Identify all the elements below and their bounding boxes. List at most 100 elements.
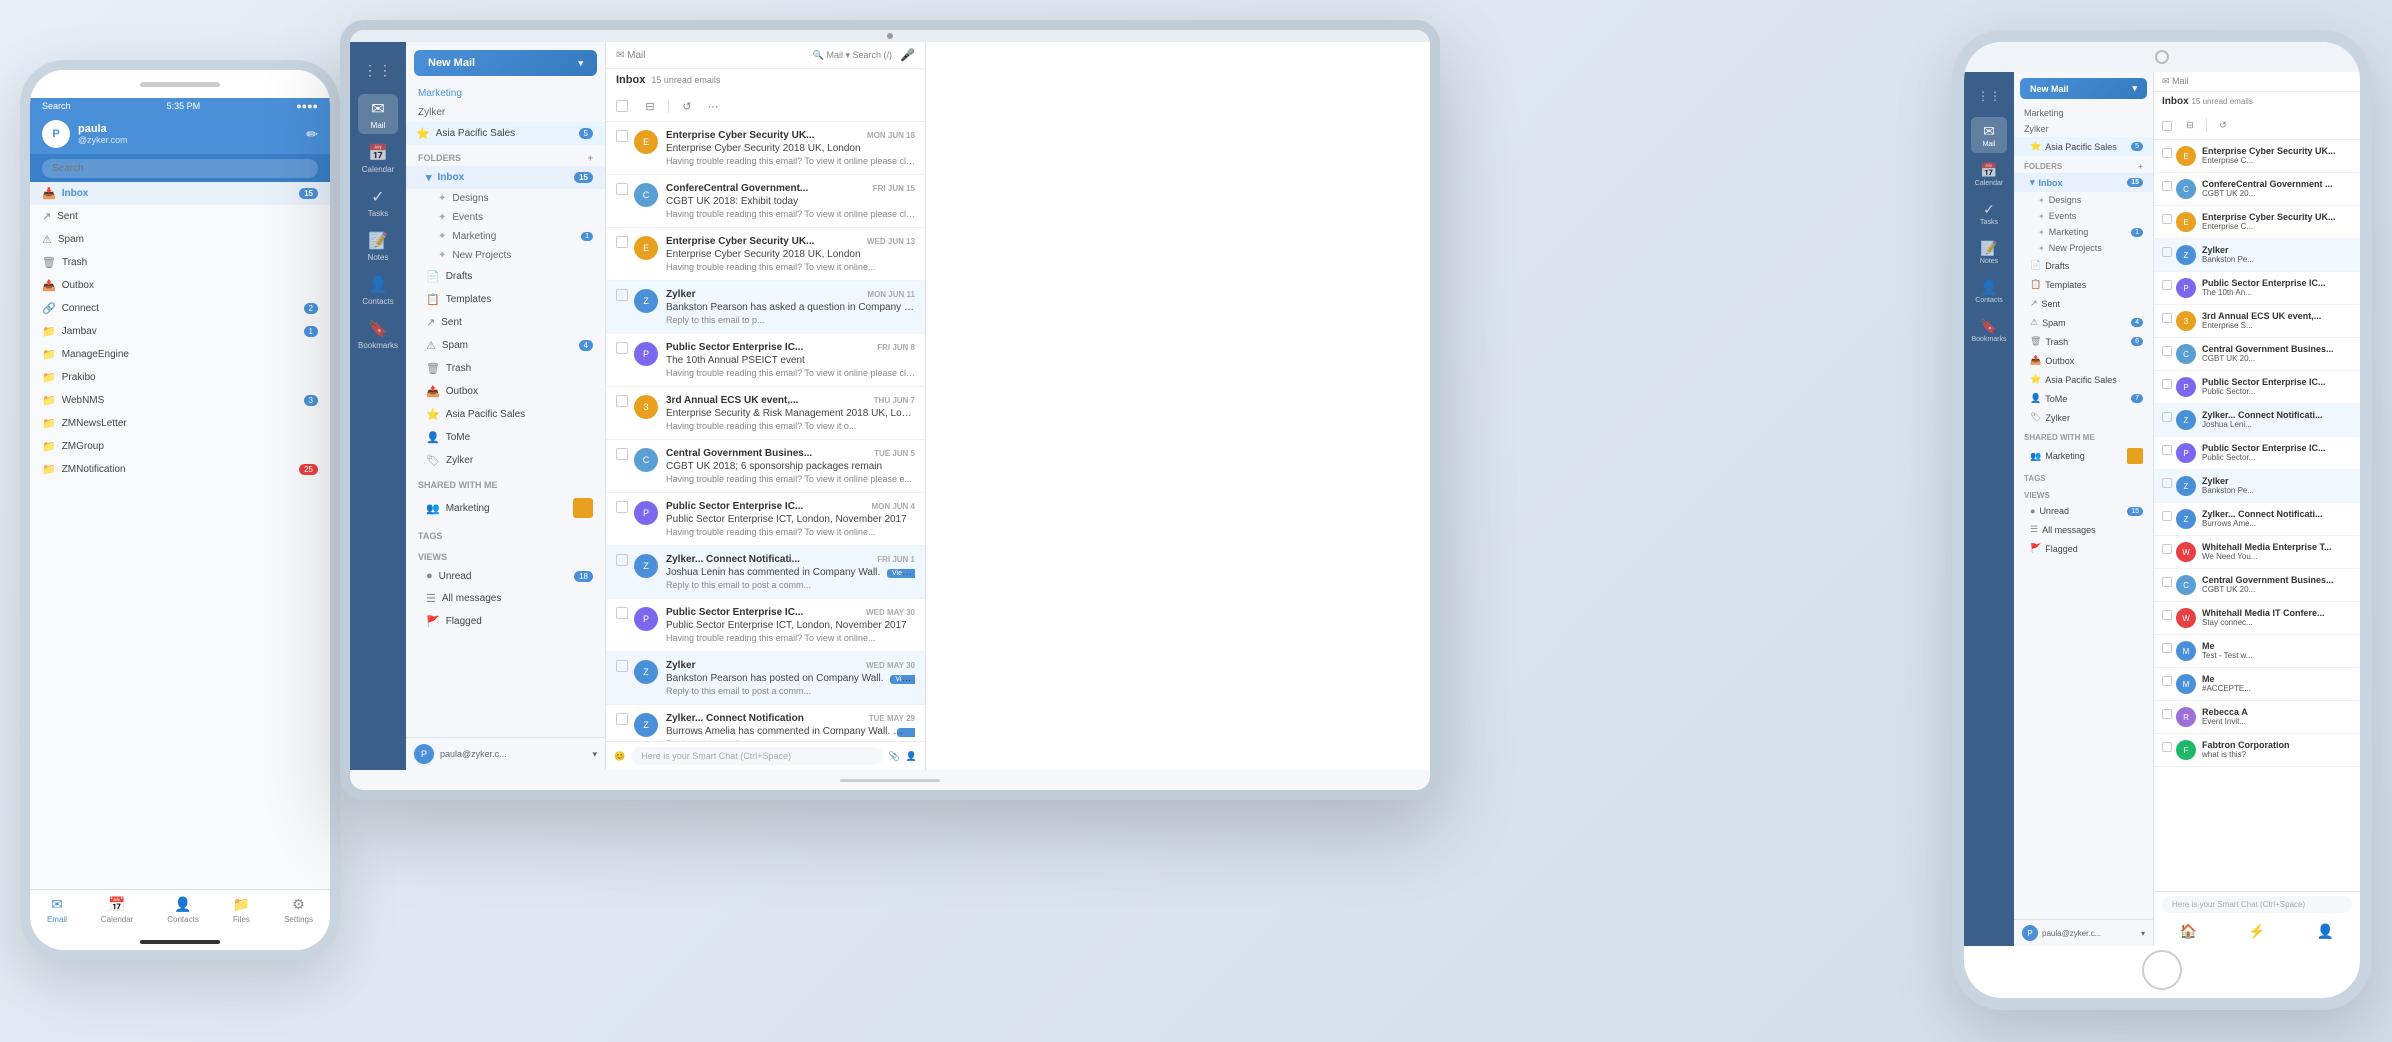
tab-email[interactable]: ✉ Email	[47, 896, 67, 924]
folder-spam[interactable]: ⚠ Spam	[30, 228, 330, 251]
email-checkbox[interactable]	[616, 395, 628, 407]
pr-folder-tome[interactable]: 👤 ToMe 7	[2014, 389, 2153, 408]
pr-email-item[interactable]: E Enterprise Cyber Security UK... Enterp…	[2154, 206, 2360, 239]
pr-home-circle[interactable]	[2142, 950, 2182, 990]
email-item[interactable]: Z Zylker... Connect Notification TUE MAY…	[606, 705, 925, 741]
pr-folder-drafts[interactable]: 📄 Drafts	[2014, 256, 2153, 275]
emoji-icon[interactable]: 😊	[614, 751, 625, 762]
pr-filter-btn[interactable]: ⊟	[2180, 115, 2200, 135]
shared-marketing[interactable]: 👥 Marketing	[406, 493, 605, 523]
view-conversation-badge[interactable]: View Conversation	[897, 728, 915, 737]
pr-mail-icon[interactable]: ✉ Mail	[1971, 117, 2007, 153]
email-item-unread[interactable]: Z Zylker... Connect Notificati... FRI JU…	[606, 546, 925, 599]
tab-calendar[interactable]: 📅 Calendar	[101, 896, 133, 924]
subfolder-marketing[interactable]: ✦ Marketing 1	[406, 227, 605, 246]
folder-sent[interactable]: ↗ Sent	[30, 205, 330, 228]
folder-trash[interactable]: 🗑 Trash	[30, 251, 330, 274]
pr-email-item-unread[interactable]: Z Zylker... Connect Notificati... Joshua…	[2154, 404, 2360, 437]
pr-tag-marketing[interactable]: Marketing	[2014, 105, 2153, 121]
pr-email-item[interactable]: W Whitehall Media IT Confere... Stay con…	[2154, 602, 2360, 635]
pr-email-checkbox[interactable]	[2162, 577, 2172, 587]
email-item[interactable]: E Enterprise Cyber Security UK... MON JU…	[606, 122, 925, 175]
pr-user-chevron[interactable]: ▾	[2141, 929, 2145, 938]
pr-email-checkbox[interactable]	[2162, 544, 2172, 554]
pr-email-item[interactable]: P Public Sector Enterprise IC... Public …	[2154, 371, 2360, 404]
user-dropdown-icon[interactable]: ▾	[592, 749, 597, 760]
pr-email-checkbox[interactable]	[2162, 412, 2172, 422]
pr-folder-outbox[interactable]: 📤 Outbox	[2014, 351, 2153, 370]
tag-zylker[interactable]: Zylker	[406, 103, 605, 122]
email-checkbox[interactable]	[616, 289, 628, 301]
pr-subfolder-designs[interactable]: ✦ Designs	[2014, 192, 2153, 208]
pr-email-checkbox[interactable]	[2162, 676, 2172, 686]
folder-zmnewsletter[interactable]: 📁 ZMNewsLetter	[30, 412, 330, 435]
email-item[interactable]: C Central Government Busines... TUE JUN …	[606, 440, 925, 493]
pr-email-checkbox[interactable]	[2162, 511, 2172, 521]
mic-icon[interactable]: 🎤	[900, 48, 915, 62]
pr-email-item[interactable]: C ConfereCentral Government ... CGBT UK …	[2154, 173, 2360, 206]
new-mail-button[interactable]: New Mail ▾	[414, 50, 597, 76]
folder-manageengine[interactable]: 📁 ManageEngine	[30, 343, 330, 366]
pr-folder-trash[interactable]: 🗑 Trash 6	[2014, 332, 2153, 351]
email-checkbox[interactable]	[616, 342, 628, 354]
pr-folder-spam[interactable]: ⚠ Spam 4	[2014, 313, 2153, 332]
folder-drafts[interactable]: 📄 Drafts	[406, 265, 605, 288]
email-checkbox[interactable]	[616, 130, 628, 142]
pr-email-item[interactable]: M Me Test - Test w...	[2154, 635, 2360, 668]
sidebar-item-notes[interactable]: 📝 Notes	[358, 226, 398, 266]
email-item-unread[interactable]: Z Zylker WED MAY 30 Bankston Pearson has…	[606, 652, 925, 705]
email-checkbox[interactable]	[616, 607, 628, 619]
pr-bookmarks-icon[interactable]: 🔖 Bookmarks	[1971, 312, 2007, 348]
pr-folder-zylker[interactable]: 🏷 Zylker	[2014, 408, 2153, 427]
more-button[interactable]: ⋯	[703, 96, 723, 116]
sidebar-item-bookmarks[interactable]: 🔖 Bookmarks	[358, 314, 398, 354]
pr-email-item[interactable]: P Public Sector Enterprise IC... Public …	[2154, 437, 2360, 470]
pr-email-item[interactable]: P Public Sector Enterprise IC... The 10t…	[2154, 272, 2360, 305]
subfolder-designs[interactable]: ✦ Designs	[406, 189, 605, 208]
pr-email-item-unread[interactable]: Z Zylker Bankston Pe...	[2154, 239, 2360, 272]
pr-email-checkbox[interactable]	[2162, 610, 2172, 620]
email-item[interactable]: P Public Sector Enterprise IC... WED MAY…	[606, 599, 925, 652]
sidebar-item-mail[interactable]: ✉ Mail	[358, 94, 398, 134]
pr-email-item[interactable]: W Whitehall Media Enterprise T... We Nee…	[2154, 536, 2360, 569]
email-item[interactable]: 3 3rd Annual ECS UK event,... THU JUN 7 …	[606, 387, 925, 440]
folder-outbox[interactable]: 📤 Outbox	[30, 274, 330, 297]
search-icon-small[interactable]: 🔍 Mail ▾ Search (/)	[813, 50, 892, 61]
pr-email-item[interactable]: E Enterprise Cyber Security UK... Enterp…	[2154, 140, 2360, 173]
pr-view-flagged[interactable]: 🚩 Flagged	[2014, 539, 2153, 558]
view-flagged[interactable]: 🚩 Flagged	[406, 610, 605, 633]
folder-jambav[interactable]: 📁 Jambav 1	[30, 320, 330, 343]
pr-grid-icon[interactable]: ⋮⋮	[1971, 78, 2007, 114]
pr-smart-chat-input[interactable]: Here is your Smart Chat (Ctrl+Space)	[2162, 896, 2352, 913]
pr-email-item[interactable]: F Fabtron Corporation what is this?	[2154, 734, 2360, 767]
pr-email-checkbox[interactable]	[2162, 313, 2172, 323]
pr-asia-pacific[interactable]: ⭐ Asia Pacific Sales 5	[2014, 137, 2153, 156]
pr-shared-marketing[interactable]: 👥 Marketing	[2014, 444, 2153, 468]
pr-email-checkbox[interactable]	[2162, 148, 2172, 158]
add-folder-icon[interactable]: +	[588, 153, 593, 163]
pr-user-panel[interactable]: P paula@zyker.c... ▾	[2014, 919, 2153, 946]
pr-folder-inbox[interactable]: ▾ Inbox 15	[2014, 173, 2153, 192]
email-item[interactable]: E Enterprise Cyber Security UK... WED JU…	[606, 228, 925, 281]
pr-email-checkbox[interactable]	[2162, 445, 2172, 455]
pr-view-all-messages[interactable]: ☰ All messages	[2014, 520, 2153, 539]
smart-chat-input[interactable]: Here is your Smart Chat (Ctrl+Space)	[631, 747, 882, 765]
pr-email-checkbox[interactable]	[2162, 214, 2172, 224]
folder-templates[interactable]: 📋 Templates	[406, 288, 605, 311]
pr-folder-sent[interactable]: ↗ Sent	[2014, 294, 2153, 313]
pr-email-checkbox[interactable]	[2162, 346, 2172, 356]
pr-calendar-icon[interactable]: 📅 Calendar	[1971, 156, 2007, 192]
folder-inbox[interactable]: 📥 Inbox 15	[30, 182, 330, 205]
pr-email-item[interactable]: Z Zylker... Connect Notificati... Burrow…	[2154, 503, 2360, 536]
search-input[interactable]	[42, 159, 318, 178]
folder-outbox[interactable]: 📤 Outbox	[406, 380, 605, 403]
email-checkbox[interactable]	[616, 183, 628, 195]
folder-tome[interactable]: 👤 ToMe	[406, 426, 605, 449]
email-checkbox[interactable]	[616, 713, 628, 725]
filter-button[interactable]: ⊟	[640, 96, 660, 116]
select-all-checkbox[interactable]	[616, 100, 628, 112]
folder-zmgroup[interactable]: 📁 ZMGroup	[30, 435, 330, 458]
pr-tasks-icon[interactable]: ✓ Tasks	[1971, 195, 2007, 231]
folder-webnms[interactable]: 📁 WebNMS 3	[30, 389, 330, 412]
pr-contacts-icon[interactable]: 👤 Contacts	[1971, 273, 2007, 309]
